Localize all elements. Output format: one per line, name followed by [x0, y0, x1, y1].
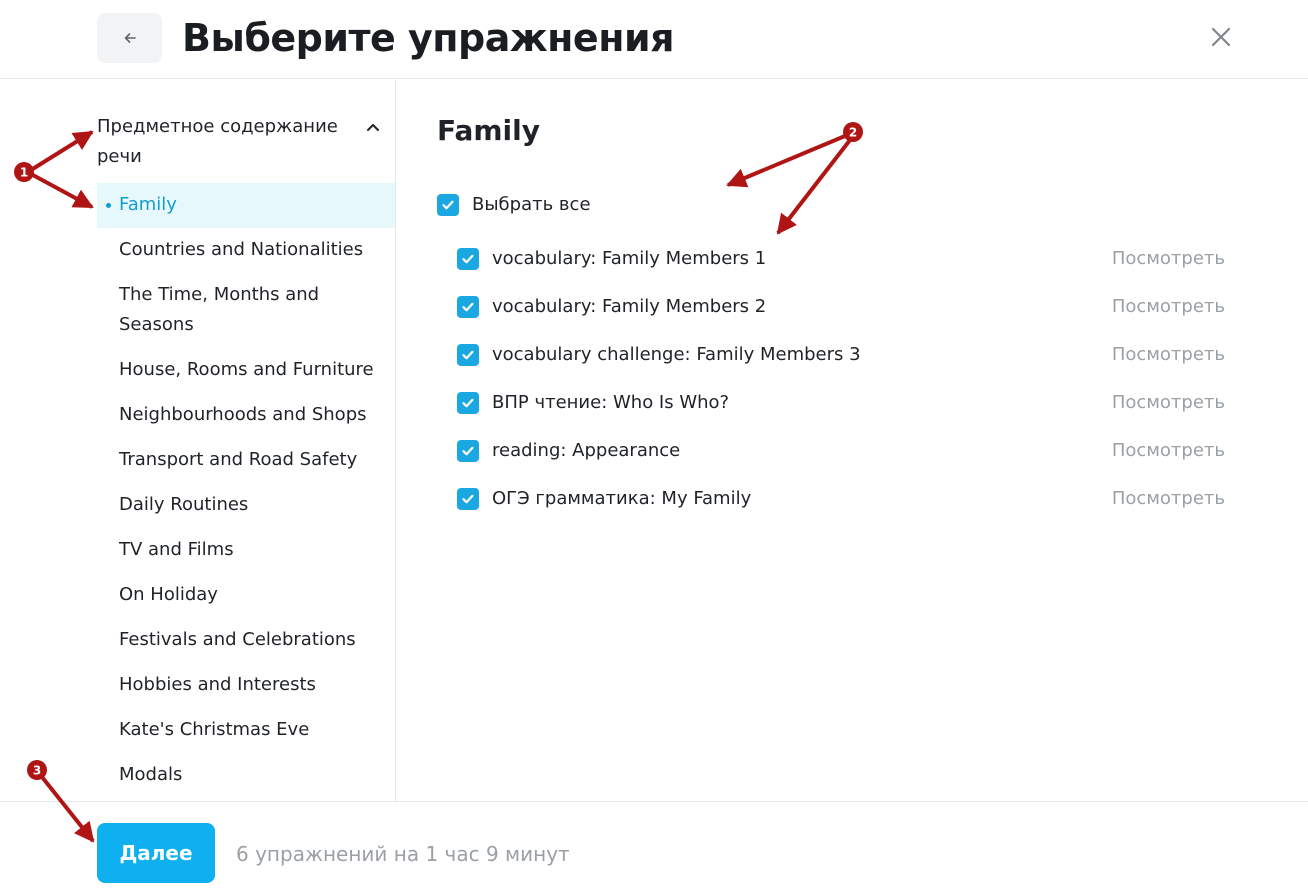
- sidebar-topic-label: Neighbourhoods and Shops: [119, 404, 367, 425]
- sidebar-topic-label: House, Rooms and Furniture: [119, 359, 374, 380]
- exercise-checkbox[interactable]: [457, 296, 479, 318]
- checkmark-icon: [462, 254, 474, 264]
- topic-sidebar: Предметное содержание речи Family Countri…: [0, 80, 396, 801]
- view-exercise-link[interactable]: Посмотреть: [1112, 388, 1225, 418]
- sidebar-topic-label: Countries and Nationalities: [119, 239, 364, 260]
- exercise-row: reading: Appearance Посмотреть: [457, 427, 1225, 475]
- exercise-row: ОГЭ грамматика: My Family Посмотреть: [457, 475, 1225, 523]
- footer: Далее 6 упражнений на 1 час 9 минут: [0, 801, 1308, 893]
- sidebar-topic-item[interactable]: Transport and Road Safety: [97, 438, 395, 483]
- next-button[interactable]: Далее: [97, 823, 215, 883]
- sidebar-topic-item[interactable]: Kate's Christmas Eve: [97, 708, 395, 753]
- header: Выберите упражнения: [0, 0, 1308, 79]
- close-button[interactable]: [1202, 18, 1240, 56]
- exercise-label[interactable]: ВПР чтение: Who Is Who?: [492, 388, 729, 418]
- view-exercise-link[interactable]: Посмотреть: [1112, 244, 1225, 274]
- sidebar-topic-label: Festivals and Celebrations: [119, 629, 356, 650]
- section-header[interactable]: Предметное содержание речи: [97, 112, 395, 172]
- arrow-left-icon: [124, 33, 136, 43]
- exercise-row: ВПР чтение: Who Is Who? Посмотреть: [457, 379, 1225, 427]
- select-all-label: Выбрать все: [472, 194, 591, 215]
- exercise-label[interactable]: ОГЭ грамматика: My Family: [492, 484, 751, 514]
- sidebar-topic-label: Daily Routines: [119, 494, 249, 515]
- back-button[interactable]: [97, 13, 162, 63]
- sidebar-topic-item[interactable]: Family: [97, 183, 395, 228]
- topic-list: Family Countries and Nationalities The Tim…: [97, 183, 395, 798]
- exercise-row: vocabulary: Family Members 1 Посмотреть: [457, 235, 1225, 283]
- active-bullet-icon: [106, 203, 111, 208]
- exercise-list: vocabulary: Family Members 1 Посмотреть vo…: [457, 235, 1225, 523]
- exercise-checkbox[interactable]: [457, 392, 479, 414]
- exercise-label[interactable]: vocabulary: Family Members 1: [492, 244, 766, 274]
- section-title: Предметное содержание речи: [97, 116, 338, 167]
- view-exercise-link[interactable]: Посмотреть: [1112, 292, 1225, 322]
- checkmark-icon: [462, 350, 474, 360]
- exercise-row: vocabulary challenge: Family Members 3 По…: [457, 331, 1225, 379]
- view-exercise-link[interactable]: Посмотреть: [1112, 340, 1225, 370]
- chevron-up-icon[interactable]: [365, 119, 381, 135]
- view-exercise-link[interactable]: Посмотреть: [1112, 436, 1225, 466]
- checkmark-icon: [462, 302, 474, 312]
- sidebar-topic-label: Kate's Christmas Eve: [119, 719, 310, 740]
- close-icon: [1211, 27, 1231, 47]
- sidebar-topic-item[interactable]: Hobbies and Interests: [97, 663, 395, 708]
- sidebar-topic-label: Hobbies and Interests: [119, 674, 316, 695]
- sidebar-topic-item[interactable]: Neighbourhoods and Shops: [97, 393, 395, 438]
- sidebar-topic-label: The Time, Months and Seasons: [119, 284, 320, 335]
- exercise-checkbox[interactable]: [457, 248, 479, 270]
- sidebar-topic-item[interactable]: Daily Routines: [97, 483, 395, 528]
- sidebar-topic-label: TV and Films: [119, 539, 234, 560]
- topic-title: Family: [437, 114, 541, 147]
- sidebar-topic-item[interactable]: On Holiday: [97, 573, 395, 618]
- exercise-checkbox[interactable]: [457, 440, 479, 462]
- sidebar-topic-label: Transport and Road Safety: [119, 449, 358, 470]
- exercise-row: vocabulary: Family Members 2 Посмотреть: [457, 283, 1225, 331]
- sidebar-topic-item[interactable]: Festivals and Celebrations: [97, 618, 395, 663]
- exercise-label[interactable]: vocabulary challenge: Family Members 3: [492, 340, 861, 370]
- exercise-label[interactable]: vocabulary: Family Members 2: [492, 292, 766, 322]
- checkmark-icon: [462, 446, 474, 456]
- sidebar-topic-item[interactable]: TV and Films: [97, 528, 395, 573]
- exercise-checkbox[interactable]: [457, 344, 479, 366]
- select-all[interactable]: Выбрать все: [437, 190, 591, 220]
- view-exercise-link[interactable]: Посмотреть: [1112, 484, 1225, 514]
- exercise-label[interactable]: reading: Appearance: [492, 436, 680, 466]
- exercise-checkbox[interactable]: [457, 488, 479, 510]
- selection-summary: 6 упражнений на 1 час 9 минут: [236, 842, 570, 866]
- sidebar-topic-label: Family: [119, 194, 177, 215]
- sidebar-topic-item[interactable]: The Time, Months and Seasons: [97, 273, 395, 348]
- checkmark-icon: [442, 200, 454, 210]
- exercise-panel: Family Выбрать все vocabulary: Family Me…: [397, 80, 1308, 801]
- sidebar-topic-label: Modals: [119, 764, 183, 785]
- select-all-checkbox[interactable]: [437, 194, 459, 216]
- sidebar-topic-item[interactable]: Modals: [97, 753, 395, 798]
- checkmark-icon: [462, 494, 474, 504]
- page-title: Выберите упражнения: [182, 16, 674, 60]
- sidebar-topic-item[interactable]: Countries and Nationalities: [97, 228, 395, 273]
- checkmark-icon: [462, 398, 474, 408]
- sidebar-topic-item[interactable]: House, Rooms and Furniture: [97, 348, 395, 393]
- sidebar-topic-label: On Holiday: [119, 584, 218, 605]
